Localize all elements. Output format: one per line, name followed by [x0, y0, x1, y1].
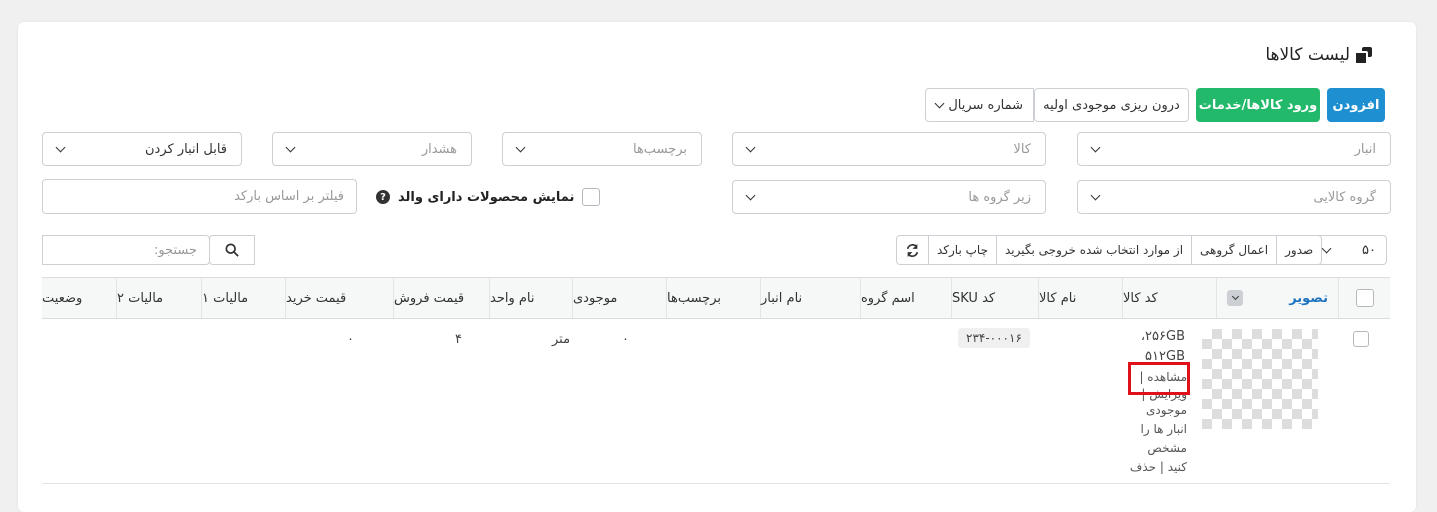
storable-filter[interactable]: قابل انبار کردن	[42, 132, 242, 166]
show-parent-products-label: نمایش محصولات دارای والد	[398, 189, 575, 205]
products-card: لیست کالاها افزودن ورود کالاها/خدمات درو…	[18, 22, 1416, 512]
page-title-text: لیست کالاها	[1265, 45, 1350, 65]
print-barcode-button[interactable]: چاپ بارکد	[928, 236, 996, 264]
column-header-code[interactable]: کد کالا	[1122, 278, 1216, 318]
table-toolbar: صدور اعمال گروهی از موارد انتخاب شده خرو…	[896, 235, 1323, 265]
column-header-sale-price[interactable]: قیمت فروش	[393, 278, 489, 318]
barcode-filter-input[interactable]: فیلتر بر اساس بارکد	[42, 179, 357, 214]
product-thumbnail[interactable]	[1202, 329, 1318, 429]
bulk-apply-button[interactable]: اعمال گروهی	[1191, 236, 1276, 264]
chevron-down-icon	[1090, 190, 1101, 201]
product-filter[interactable]: کالا	[732, 132, 1046, 166]
chevron-down-icon	[934, 98, 945, 109]
product-filter-label: کالا	[1013, 141, 1031, 157]
column-header-warehouse[interactable]: نام انبار	[760, 278, 860, 318]
chevron-down-icon	[1231, 292, 1239, 301]
row-checkbox[interactable]	[1353, 331, 1369, 347]
show-parent-products-checkbox[interactable]	[582, 188, 601, 206]
column-header-purchase-price[interactable]: قیمت خرید	[285, 278, 393, 318]
refresh-button[interactable]	[897, 236, 928, 264]
column-header-name[interactable]: نام کالا	[1038, 278, 1122, 318]
export-button[interactable]: صدور	[1276, 236, 1321, 264]
refresh-icon	[906, 243, 919, 257]
chevron-down-icon	[515, 142, 526, 153]
purchase-price-cell: ۰	[347, 332, 354, 347]
tags-filter[interactable]: برچسب‌ها	[502, 132, 702, 166]
product-group-filter[interactable]: گروه کالایی	[1077, 180, 1391, 214]
export-selected-button[interactable]: از موارد انتخاب شده خروجی بگیرید	[996, 236, 1191, 264]
column-header-unit[interactable]: نام واحد	[489, 278, 572, 318]
page-size-value: ۵۰	[1362, 242, 1376, 258]
column-header-tags[interactable]: برچسب‌ها	[666, 278, 760, 318]
show-parent-products-option: نمایش محصولات دارای والد ?	[376, 188, 601, 206]
subgroup-filter[interactable]: زیر گروه ها	[732, 180, 1046, 214]
search-button[interactable]	[209, 235, 255, 265]
select-all-checkbox[interactable]	[1355, 289, 1374, 307]
column-header-tax1[interactable]: مالیات ۱	[201, 278, 285, 318]
serial-number-label: شماره سریال	[948, 97, 1023, 113]
chevron-down-icon	[285, 142, 296, 153]
chevron-down-icon	[745, 190, 756, 201]
add-button[interactable]: افزودن	[1327, 88, 1385, 122]
warehouse-filter-label: انبار	[1354, 141, 1376, 157]
unit-cell: متر	[552, 332, 571, 347]
stock-warehouses-link[interactable]: موجودی انبار ها را مشخص	[1127, 401, 1188, 458]
column-header-sku[interactable]: کد SKU	[951, 278, 1038, 318]
storable-filter-label: قابل انبار کردن	[145, 141, 227, 157]
sku-cell: ۲۳۴-۰۰۰۱۶	[958, 328, 1030, 348]
sale-price-cell: ۴	[455, 332, 462, 347]
warning-filter[interactable]: هشدار	[272, 132, 472, 166]
chevron-down-icon	[745, 142, 756, 153]
sku-badge: ۲۳۴-۰۰۰۱۶	[958, 328, 1030, 348]
column-header-tax2[interactable]: مالیات ۲	[116, 278, 201, 318]
copy-icon	[1354, 47, 1372, 65]
product-group-filter-label: گروه کالایی	[1313, 189, 1376, 205]
column-header-group[interactable]: اسم گروه	[860, 278, 951, 318]
table-header: تصویر کد کالا نام کالا کد SKU اسم گروه ن…	[42, 277, 1390, 319]
sort-toggle-icon[interactable]	[1227, 290, 1243, 306]
column-header-image[interactable]: تصویر	[1216, 278, 1338, 318]
highlight-box	[1128, 362, 1190, 395]
warning-filter-label: هشدار	[421, 141, 457, 157]
product-code-line1: ۲۵۶GB،	[1140, 329, 1185, 344]
chevron-down-icon	[1090, 142, 1101, 153]
chevron-down-icon	[55, 142, 66, 153]
search-icon	[225, 243, 239, 257]
product-code-cell: ۲۵۶GB، ۵۱۲GB	[1127, 327, 1185, 367]
serial-number-select[interactable]: شماره سریال	[925, 88, 1034, 122]
delete-link[interactable]: کنید | حذف	[1127, 458, 1187, 477]
import-initial-stock-button[interactable]: درون ریزی موجودی اولیه	[1034, 88, 1189, 122]
help-icon[interactable]: ?	[376, 190, 390, 204]
column-header-stock[interactable]: موجودی	[572, 278, 666, 318]
search-input[interactable]: جستجو:	[42, 235, 210, 265]
import-products-button[interactable]: ورود کالاها/خدمات	[1196, 88, 1320, 122]
column-header-status[interactable]: وضعیت	[42, 278, 116, 318]
warehouse-filter[interactable]: انبار	[1077, 132, 1391, 166]
stock-cell: ۰	[622, 332, 629, 347]
header-select-all	[1338, 278, 1390, 318]
table-row: ۲۵۶GB، ۵۱۲GB مشاهده | ویرایش | موجودی ان…	[42, 319, 1390, 484]
subgroup-filter-label: زیر گروه ها	[968, 189, 1031, 205]
tags-filter-label: برچسب‌ها	[632, 141, 687, 157]
chevron-down-icon	[1321, 243, 1332, 254]
page-title: لیست کالاها	[1265, 45, 1372, 65]
page-size-select[interactable]: ۵۰	[1312, 235, 1387, 265]
